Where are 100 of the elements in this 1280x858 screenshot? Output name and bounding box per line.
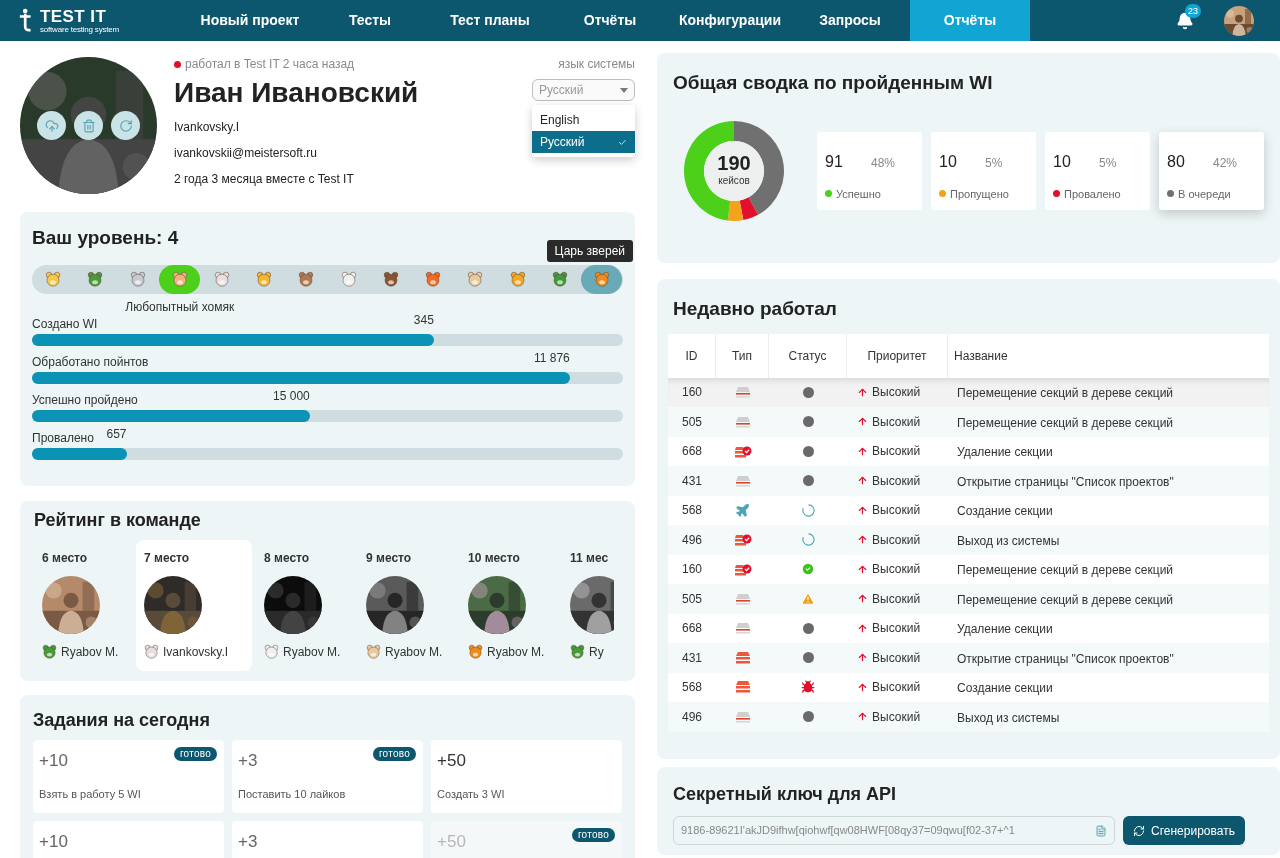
member-card[interactable]: 9 место Ryabov M. [358,539,456,671]
animal-icon [42,644,57,659]
card-title: Секретный ключ для API [673,784,897,804]
table-cell-text: Высокий [872,561,921,579]
member-name: Ryabov M. [487,643,545,661]
task-points: +50 [437,750,466,770]
task-card[interactable]: +10 [33,820,224,858]
stack-check-icon [733,562,752,576]
animal-icon [366,644,381,659]
place-label: 7 место [144,549,191,567]
task-card[interactable]: +3 Поставить 10 лайков готово [232,739,423,813]
plane-icon [735,502,750,518]
stat-percent: 48% [871,154,896,172]
table-cell-text: Высокий [872,590,921,608]
table-row[interactable]: 160 Высокий Перемещение секций в дереве секций [668,554,1269,584]
task-card[interactable]: +50 Создать 3 WI [431,739,622,813]
animal-icon [256,271,273,287]
task-text: Создать 3 WI [437,787,506,802]
table-row[interactable]: 568 Высокий Создание секции [668,495,1269,525]
member-name: Ry [589,643,604,661]
arrow-up-icon [857,593,868,605]
column-header[interactable]: Название [948,333,1269,378]
language-option[interactable]: Русский [532,131,635,153]
user-name: Иван Ивановский [174,76,419,110]
level-step[interactable] [581,264,623,294]
stack-icon [734,651,751,664]
column-header[interactable]: Тип [716,333,769,378]
table-row[interactable]: 496 Высокий Выход из системы [668,702,1269,732]
stat-card[interactable]: 91 48% Успешно [817,131,922,210]
table-row[interactable]: 431 Высокий Открытие страницы "Список проектов" [668,643,1269,673]
stat-value: 80 [1167,151,1186,172]
column-header[interactable]: Приоритет [847,333,948,378]
table-cell: Перемещение секций в дереве секций [957,592,1174,607]
table-row[interactable]: 160 Высокий Перемещение секций в дереве секций [668,377,1269,407]
member-card[interactable]: 11 мес Ry [562,539,614,671]
stack-icon [734,474,751,487]
stat-card[interactable]: 10 5% Провалено [1045,131,1150,210]
nav-tab[interactable]: Отчёты [550,0,670,41]
generate-button[interactable]: Сгенерировать [1123,816,1245,845]
place-label: 10 место [468,549,521,567]
language-option[interactable]: English [532,109,635,131]
nav-tab[interactable]: Новый проект [190,0,310,41]
stat-value: 15 000 [273,387,310,405]
task-card[interactable]: +10 Взять в работу 5 WI готово [33,739,224,813]
column-header[interactable]: ID [668,333,716,378]
nav-tab[interactable]: Тест планы [430,0,550,41]
table-row[interactable]: 668 Высокий Удаление секции [668,436,1269,466]
table-row[interactable]: 668 Высокий Удаление секции [668,613,1269,643]
animal-icon [144,644,159,659]
nav-tab[interactable]: Тесты [310,0,430,41]
stat-value: 345 [413,311,434,329]
arrow-up-icon [857,681,868,693]
user-avatar[interactable] [1224,5,1254,36]
level-step[interactable] [159,264,201,294]
nav-tab[interactable]: Конфигурации [670,0,790,41]
animal-icon [171,271,188,287]
table-cell: Открытие страницы "Список проектов" [957,474,1174,489]
nav-tab[interactable]: Запросы [790,0,910,41]
table-cell-text: Высокий [872,531,921,549]
copy-icon[interactable] [1095,824,1107,837]
table-row[interactable]: 496 Высокий Выход из системы [668,525,1269,555]
table-row[interactable]: 431 Высокий Открытие страницы "Список проектов" [668,466,1269,496]
animal-icon [264,644,279,659]
table-cell-text: 505 [682,590,702,608]
stat-card[interactable]: 10 5% Пропущено [931,131,1036,210]
task-points: +50 [437,831,466,851]
arrow-up-icon [857,563,868,575]
member-card[interactable]: 6 место Ryabov M. [34,539,132,671]
animal-icon [570,644,585,659]
task-card[interactable]: +3 [232,820,423,858]
level-caption: Любопытный хомяк [125,298,235,316]
table-cell-text: 431 [682,649,702,667]
arrow-up-icon [857,386,868,398]
table-row[interactable]: 568 Высокий Создание секции [668,672,1269,702]
column-header[interactable]: Статус [769,333,847,378]
refresh-icon [1133,824,1145,837]
table-row[interactable]: 505 Высокий Перемещение секций в дереве секций [668,407,1269,437]
member-card[interactable]: 10 место Ryabov M. [460,539,558,671]
task-text: Поставить 10 лайков [238,787,347,802]
member-card[interactable]: 7 место Ivankovsky.I [136,539,252,671]
cloud-upload-icon [44,118,59,133]
member-card[interactable]: 8 место Ryabov M. [256,539,354,671]
animal-icon [298,271,315,287]
table-cell: Перемещение секций в дереве секций [957,386,1174,401]
progress-icon [801,503,815,517]
table-row[interactable]: 505 Высокий Перемещение секций в дереве секций [668,584,1269,614]
table-cell-text: Высокий [872,679,921,697]
member-name: Ryabov M. [283,643,341,661]
animal-icon [425,271,442,287]
member-name: Ivankovsky.I [163,643,229,661]
arrow-up-icon [857,622,868,634]
animal-icon [468,644,483,659]
stat-card[interactable]: 80 42% В очереди [1159,131,1264,210]
animal-icon [382,271,399,287]
table-cell: Создание секции [957,504,1053,519]
task-points: +10 [39,831,68,851]
table-cell-text: 505 [682,413,702,431]
card-title: Недавно работал [673,298,837,319]
trash-icon [81,118,96,133]
stat-label: Обработано пойнтов [32,353,149,371]
